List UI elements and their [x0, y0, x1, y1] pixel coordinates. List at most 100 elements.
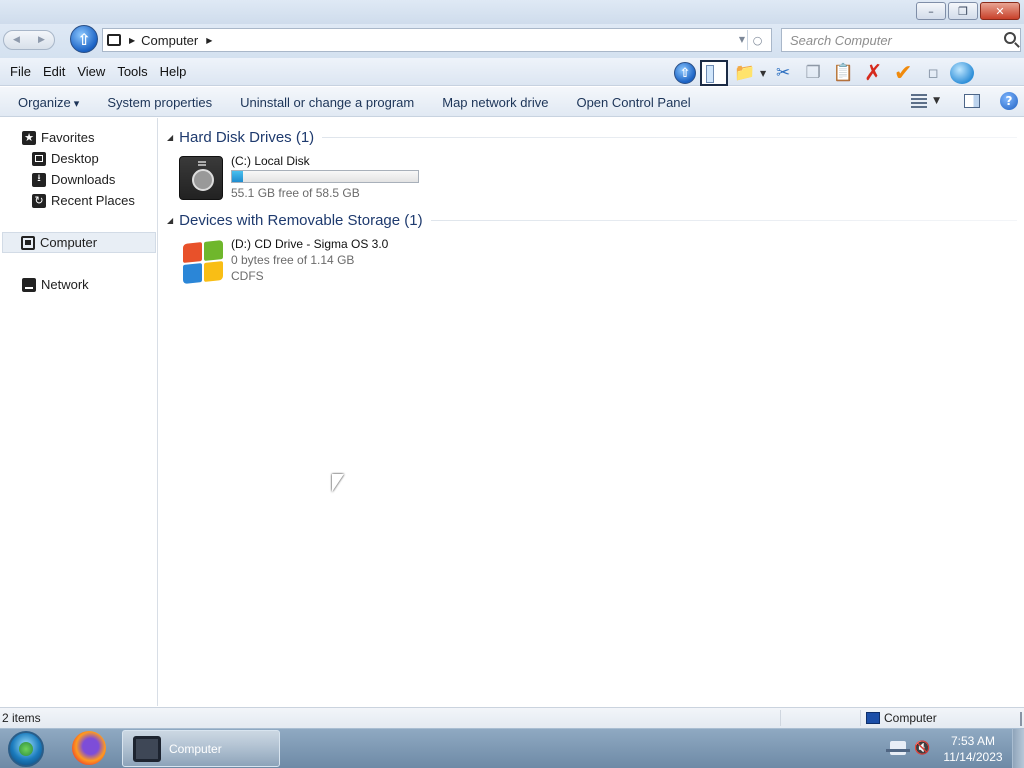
favorites-group: Favorites Desktop Downloads Recent Place… — [0, 127, 158, 211]
back-arrow-icon[interactable]: ◀ — [13, 35, 20, 45]
properties-icon[interactable]: ▫ — [920, 61, 946, 85]
chevron-down-icon[interactable]: ▼ — [760, 69, 766, 78]
nav-recent-places-label: Recent Places — [51, 193, 135, 208]
drive-name: (C:) Local Disk — [231, 154, 310, 168]
cut-icon[interactable]: ✂ — [770, 61, 796, 85]
recent-places-icon — [32, 193, 46, 208]
window-controls: – ❐ ✕ — [914, 2, 1020, 20]
open-control-panel-button[interactable]: Open Control Panel — [562, 95, 704, 110]
address-dropdown-icon[interactable]: ▼ — [739, 35, 745, 44]
menu-bar: File Edit View Tools Help ⇧ 📁 ▼ ✂ ❐ 📋 ✗ … — [0, 58, 1024, 86]
computer-icon — [866, 712, 880, 724]
menu-edit[interactable]: Edit — [37, 64, 71, 79]
volume-muted-icon[interactable]: 🔇 — [914, 741, 930, 756]
nav-downloads-label: Downloads — [51, 172, 116, 187]
taskbar: Computer 🔇 7:53 AM 11/14/2023 — [0, 728, 1024, 768]
system-properties-button[interactable]: System properties — [93, 95, 226, 110]
nav-recent-places[interactable]: Recent Places — [0, 190, 158, 211]
drive-item-d[interactable]: (D:) CD Drive - Sigma OS 3.0 0 bytes fre… — [177, 237, 537, 287]
address-row: ◀ ▶ ⇧ ▶ Computer ▶ ▼ ○ Search Computer — [0, 24, 1024, 58]
computer-icon — [133, 735, 161, 762]
organize-button[interactable]: Organize — [4, 95, 93, 110]
content-area: ◢ Hard Disk Drives (1) (C:) Local Disk 5… — [159, 118, 1024, 706]
refresh-icon[interactable]: ○ — [747, 30, 767, 50]
collapse-arrow-icon[interactable]: ◢ — [167, 216, 173, 225]
taskbar-item-computer[interactable]: Computer — [122, 730, 280, 767]
delete-icon[interactable]: ✗ — [860, 61, 886, 86]
address-path[interactable]: Computer — [141, 33, 198, 48]
maximize-button[interactable]: ❐ — [948, 2, 978, 20]
star-icon — [22, 130, 36, 145]
nav-favorites[interactable]: Favorites — [0, 127, 158, 148]
forward-arrow-icon[interactable]: ▶ — [38, 35, 45, 45]
show-desktop-button[interactable] — [1012, 729, 1024, 768]
menu-help[interactable]: Help — [154, 64, 193, 79]
start-button[interactable] — [8, 731, 44, 767]
clock-time: 7:53 AM — [950, 734, 996, 748]
preview-pane-icon[interactable] — [964, 94, 980, 108]
network-tray-icon[interactable] — [886, 741, 910, 755]
paste-icon[interactable]: 📋 — [830, 61, 856, 85]
search-input[interactable]: Search Computer — [781, 28, 1021, 52]
menu-view[interactable]: View — [71, 64, 111, 79]
nav-downloads[interactable]: Downloads — [0, 169, 158, 190]
drive-item-c[interactable]: (C:) Local Disk 55.1 GB free of 58.5 GB — [177, 154, 537, 204]
drive-usage-bar — [231, 170, 419, 183]
clock[interactable]: 7:53 AM 11/14/2023 — [940, 733, 1006, 765]
network-group: Network — [0, 274, 158, 295]
view-options-icon[interactable] — [911, 94, 928, 108]
menu-tools[interactable]: Tools — [111, 64, 153, 79]
group-header-label: Devices with Removable Storage (1) — [179, 211, 423, 229]
address-bar[interactable]: ▶ Computer ▶ ▼ ○ — [102, 28, 772, 52]
nav-computer-label: Computer — [40, 235, 98, 250]
group-header-removable[interactable]: ◢ Devices with Removable Storage (1) — [167, 210, 1017, 230]
firefox-icon[interactable] — [72, 731, 106, 765]
nav-desktop[interactable]: Desktop — [0, 148, 158, 169]
collapse-arrow-icon[interactable]: ◢ — [167, 133, 173, 142]
status-location: Computer — [866, 711, 937, 725]
drive-usage-fill — [232, 171, 243, 182]
item-count: 2 items — [2, 711, 41, 725]
navigation-pane: Favorites Desktop Downloads Recent Place… — [0, 118, 158, 706]
drive-free-space: 0 bytes free of 1.14 GB — [231, 253, 355, 267]
hard-disk-icon — [179, 156, 223, 200]
up-arrow-icon[interactable]: ⇧ — [674, 62, 696, 84]
computer-icon — [107, 34, 121, 46]
status-bar: 2 items Computer — [0, 707, 1024, 728]
group-divider — [322, 136, 1017, 138]
chevron-down-icon[interactable]: ▼ — [933, 96, 940, 106]
copy-icon[interactable]: ❐ — [800, 61, 826, 85]
globe-icon[interactable] — [950, 62, 975, 84]
drive-name: (D:) CD Drive - Sigma OS 3.0 — [231, 237, 389, 251]
resize-grip[interactable] — [1020, 712, 1022, 726]
minimize-button[interactable]: – — [916, 2, 946, 20]
folder-pane-icon[interactable] — [700, 60, 728, 86]
up-folder-button[interactable]: ⇧ — [70, 25, 98, 53]
toolbar-icons: ⇧ 📁 ▼ ✂ ❐ 📋 ✗ ✔ ▫ — [674, 60, 978, 86]
search-icon[interactable] — [1004, 32, 1016, 44]
close-button[interactable]: ✕ — [980, 2, 1020, 20]
nav-computer[interactable]: Computer — [2, 232, 156, 253]
title-bar: – ❐ ✕ — [0, 0, 1024, 24]
menu-file[interactable]: File — [4, 64, 37, 79]
group-header-hard-disk[interactable]: ◢ Hard Disk Drives (1) — [167, 127, 1017, 147]
uninstall-program-button[interactable]: Uninstall or change a program — [226, 95, 428, 110]
checkmark-icon[interactable]: ✔ — [890, 61, 916, 86]
windows-logo-icon — [179, 239, 225, 285]
command-bar: Organize System properties Uninstall or … — [0, 87, 1024, 117]
status-location-label: Computer — [884, 711, 937, 725]
breadcrumb-chevron-icon[interactable]: ▶ — [206, 36, 212, 45]
folder-options-icon[interactable]: 📁 — [732, 61, 758, 85]
drive-free-space: 55.1 GB free of 58.5 GB — [231, 186, 360, 200]
nav-network[interactable]: Network — [0, 274, 158, 295]
breadcrumb-chevron-icon[interactable]: ▶ — [129, 36, 135, 45]
computer-group: Computer — [0, 232, 158, 253]
group-header-label: Hard Disk Drives (1) — [179, 128, 315, 146]
map-network-drive-button[interactable]: Map network drive — [428, 95, 562, 110]
help-icon[interactable]: ? — [1000, 92, 1018, 110]
nav-network-label: Network — [41, 277, 89, 292]
back-forward-buttons[interactable]: ◀ ▶ — [3, 30, 55, 50]
computer-icon — [21, 235, 35, 250]
group-divider — [430, 219, 1017, 221]
downloads-icon — [32, 172, 46, 187]
